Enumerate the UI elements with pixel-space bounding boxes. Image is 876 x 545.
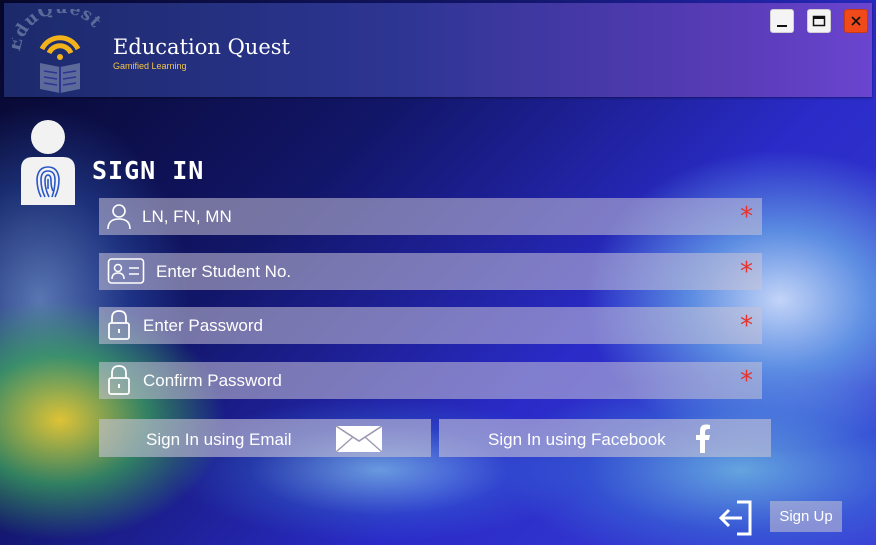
password-placeholder: Enter Password — [143, 316, 263, 335]
user-fingerprint-icon — [21, 120, 75, 205]
student-number-placeholder: Enter Student No. — [156, 262, 292, 281]
facebook-icon — [696, 424, 710, 453]
confirm-password-field[interactable]: Confirm Password * — [99, 362, 762, 399]
password-field[interactable]: Enter Password * — [99, 307, 762, 344]
app-title: Education Quest — [113, 35, 290, 59]
sign-in-email-button[interactable]: Sign In using Email — [99, 419, 431, 457]
user-icon — [107, 204, 131, 230]
sign-in-facebook-button[interactable]: Sign In using Facebook — [439, 419, 771, 457]
title-bar: EduQuest Education Quest Gamified Learni… — [4, 3, 872, 97]
full-name-field[interactable]: LN, FN, MN * — [99, 198, 762, 235]
required-asterisk: * — [740, 202, 753, 232]
full-name-placeholder: LN, FN, MN — [142, 207, 232, 226]
maximize-button[interactable] — [807, 9, 831, 33]
envelope-icon — [335, 425, 383, 453]
lock-icon — [108, 310, 130, 340]
confirm-password-placeholder: Confirm Password — [143, 371, 282, 390]
app-subtitle: Gamified Learning — [113, 61, 187, 71]
exit-icon[interactable] — [717, 499, 755, 537]
eduquest-logo: EduQuest — [12, 9, 105, 93]
required-asterisk: * — [740, 366, 753, 396]
lock-icon — [108, 365, 130, 395]
required-asterisk: * — [740, 257, 753, 287]
maximize-icon — [812, 15, 826, 27]
minimize-button[interactable] — [770, 9, 794, 33]
student-number-field[interactable]: Enter Student No. * — [99, 253, 762, 290]
minimize-icon — [777, 25, 787, 27]
email-button-label: Sign In using Email — [146, 430, 292, 449]
facebook-button-label: Sign In using Facebook — [488, 430, 666, 449]
sign-up-button[interactable]: Sign Up — [770, 501, 842, 532]
id-card-icon — [107, 258, 145, 284]
required-asterisk: * — [740, 311, 753, 341]
sign-in-heading: SIGN IN — [92, 156, 205, 185]
close-button[interactable] — [844, 9, 868, 33]
close-icon — [851, 16, 861, 26]
